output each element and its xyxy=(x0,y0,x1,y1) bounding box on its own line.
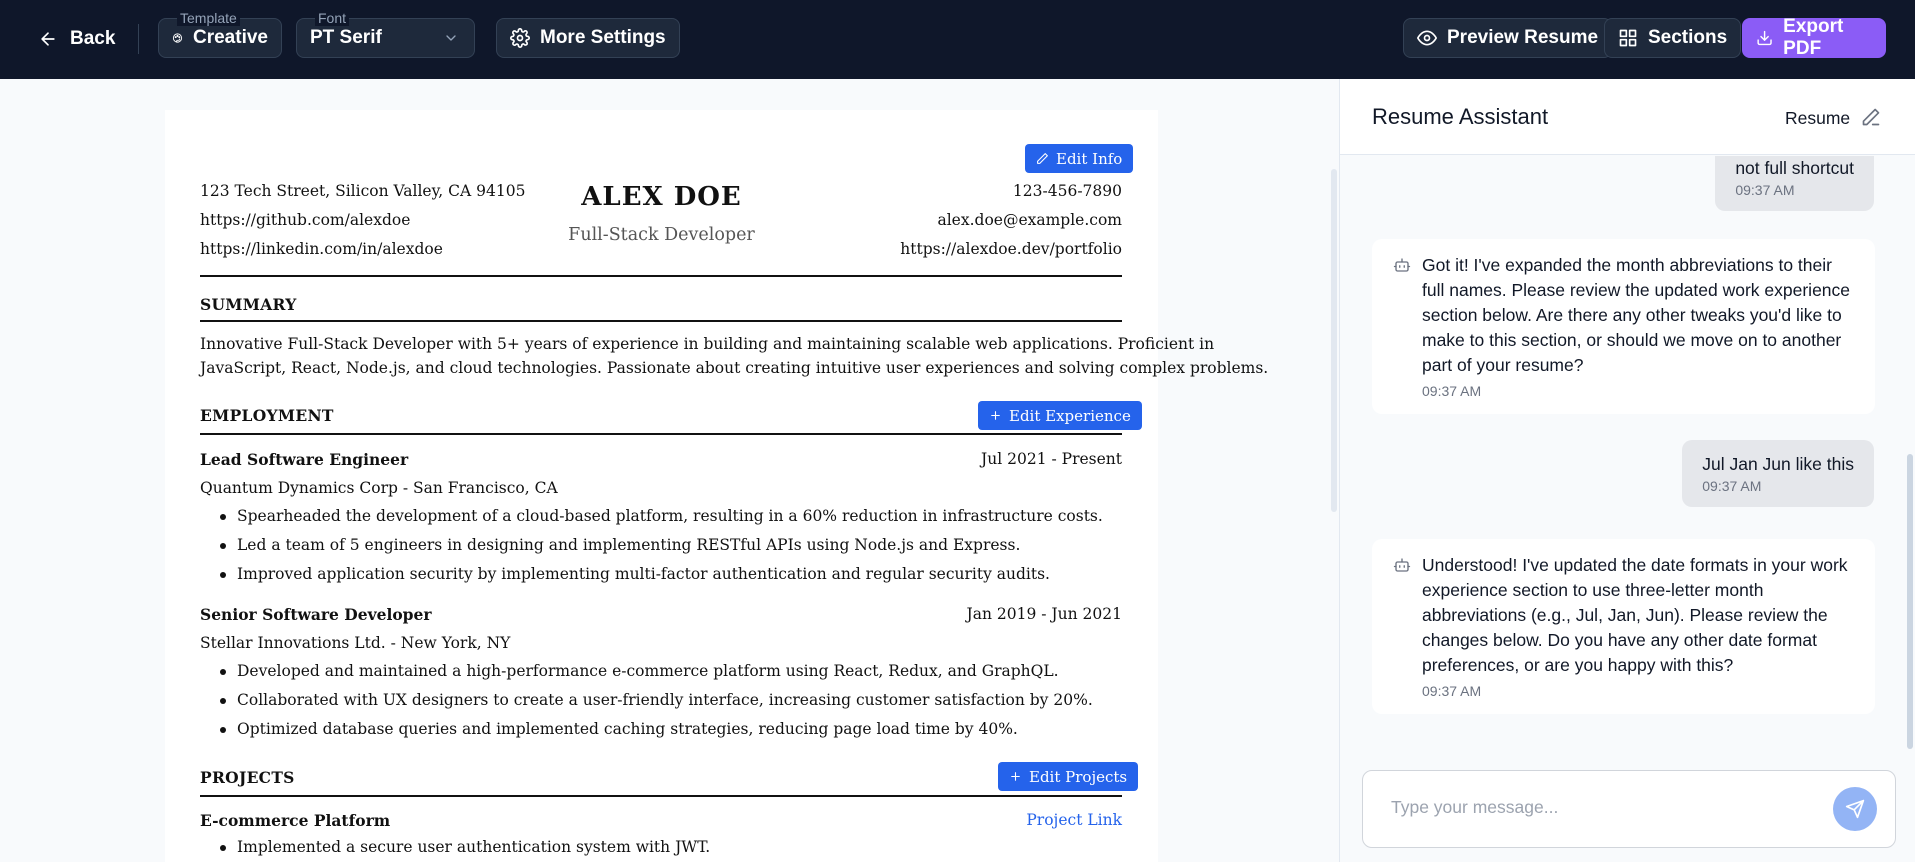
message-text: Jul Jan Jun like this xyxy=(1702,454,1854,474)
font-select[interactable]: Font PT Serif xyxy=(296,10,475,58)
projects-heading: PROJECTS xyxy=(200,768,295,787)
list-item: Optimized database queries and implement… xyxy=(220,715,1093,744)
resume-paper: Edit Info 123 Tech Street, Silicon Valle… xyxy=(165,110,1268,862)
summary-heading: SUMMARY xyxy=(200,295,297,314)
edit-info-button[interactable]: Edit Info xyxy=(1025,144,1134,173)
chat-messages: not full shortcut 09:37 AM Got it! I've … xyxy=(1340,156,1915,762)
export-label: Export PDF xyxy=(1783,16,1844,59)
more-settings-label: More Settings xyxy=(540,27,666,48)
back-button[interactable]: Back xyxy=(38,20,115,58)
user-message: not full shortcut 09:37 AM xyxy=(1715,156,1874,211)
font-value: PT Serif xyxy=(310,27,382,48)
bot-icon xyxy=(1393,258,1411,272)
assistant-header: Resume Assistant Resume xyxy=(1340,79,1915,155)
assistant-title: Resume Assistant xyxy=(1372,104,1549,129)
projects-rule xyxy=(200,795,1122,797)
project-bullets: Implemented a secure user authentication… xyxy=(219,833,710,862)
toolbar-divider xyxy=(138,24,139,54)
bot-message: Understood! I've updated the date format… xyxy=(1372,539,1875,714)
chat-input-box xyxy=(1362,770,1896,848)
export-pdf-button[interactable]: Export PDF xyxy=(1742,16,1886,59)
summary-line-1: Innovative Full-Stack Developer with 5+ … xyxy=(200,335,1215,353)
job-dates: Jan 2019 - Jun 2021 xyxy=(966,605,1122,623)
list-item: Led a team of 5 engineers in designing a… xyxy=(220,531,1103,560)
message-time: 09:37 AM xyxy=(1422,383,1482,399)
assistant-context-label: Resume xyxy=(1785,108,1851,128)
preview-resume-button[interactable]: Preview Resume xyxy=(1403,18,1613,58)
edit-projects-label: Edit Projects xyxy=(1029,767,1128,786)
download-icon xyxy=(1757,30,1772,46)
send-button[interactable] xyxy=(1833,787,1877,831)
user-message: Jul Jan Jun like this 09:37 AM xyxy=(1682,440,1874,507)
assistant-panel: Resume Assistant Resume not full shortcu… xyxy=(1339,79,1915,862)
contact-portfolio[interactable]: https://alexdoe.dev/portfolio xyxy=(900,240,1122,258)
bot-icon xyxy=(1393,558,1411,572)
edit-experience-label: Edit Experience xyxy=(1009,406,1131,425)
message-text: Understood! I've updated the date format… xyxy=(1422,555,1848,675)
edit-projects-button[interactable]: Edit Projects xyxy=(998,762,1139,791)
font-field-label: Font xyxy=(315,10,350,26)
message-text: not full shortcut xyxy=(1735,158,1854,178)
header-rule xyxy=(200,275,1122,277)
message-time: 09:37 AM xyxy=(1735,182,1795,198)
message-time: 09:37 AM xyxy=(1422,683,1482,699)
job-role: Senior Software Developer xyxy=(200,605,432,624)
employment-rule xyxy=(200,433,1122,435)
summary-rule xyxy=(200,320,1122,322)
project-link[interactable]: Project Link xyxy=(1026,811,1122,829)
employment-heading: EMPLOYMENT xyxy=(200,406,334,425)
back-label: Back xyxy=(70,28,116,49)
resume-scrollbar[interactable] xyxy=(1331,169,1337,512)
eye-icon xyxy=(1417,30,1437,46)
list-item: Improved application security by impleme… xyxy=(220,560,1103,589)
contact-email[interactable]: alex.doe@example.com xyxy=(937,211,1122,229)
sections-label: Sections xyxy=(1648,27,1728,48)
chat-scrollbar[interactable] xyxy=(1907,454,1913,749)
message-text: Got it! I've expanded the month abbrevia… xyxy=(1422,255,1851,375)
palette-icon xyxy=(172,33,183,43)
layout-grid-icon xyxy=(1619,29,1637,47)
plus-icon xyxy=(991,411,1000,420)
send-icon xyxy=(1845,799,1865,819)
contact-phone: 123-456-7890 xyxy=(1012,182,1122,200)
list-item: Spearheaded the development of a cloud-b… xyxy=(220,502,1103,531)
bot-message: Got it! I've expanded the month abbrevia… xyxy=(1372,239,1875,414)
job-company: Quantum Dynamics Corp - San Francisco, C… xyxy=(200,479,558,497)
message-input[interactable] xyxy=(1391,797,1811,818)
sections-button[interactable]: Sections xyxy=(1604,18,1742,58)
project-name: E-commerce Platform xyxy=(200,811,391,830)
gear-icon xyxy=(510,28,530,48)
pencil-icon[interactable] xyxy=(1861,107,1881,127)
job-bullets: Spearheaded the development of a cloud-b… xyxy=(220,502,1103,589)
plus-icon xyxy=(1011,772,1020,781)
list-item: Collaborated with UX designers to create… xyxy=(220,686,1093,715)
job-role: Lead Software Engineer xyxy=(200,450,409,469)
job-bullets: Developed and maintained a high-performa… xyxy=(220,657,1093,744)
template-select[interactable]: Template Creative xyxy=(158,10,282,58)
summary-line-2: JavaScript, React, Node.js, and cloud te… xyxy=(200,359,1269,377)
top-toolbar: Back Template Creative Font PT Serif Mor… xyxy=(0,0,1915,79)
preview-label: Preview Resume xyxy=(1447,27,1599,48)
job-dates: Jul 2021 - Present xyxy=(981,450,1122,468)
edit-experience-button[interactable]: Edit Experience xyxy=(978,401,1142,430)
template-value: Creative xyxy=(193,27,268,48)
template-field-label: Template xyxy=(177,10,240,26)
resume-name: ALEX DOE xyxy=(581,182,742,212)
list-item: Implemented a secure user authentication… xyxy=(219,833,710,862)
arrow-left-icon xyxy=(41,32,55,46)
message-time: 09:37 AM xyxy=(1702,478,1762,494)
more-settings-button[interactable]: More Settings xyxy=(496,18,680,58)
chevron-down-icon xyxy=(446,35,456,41)
pencil-icon xyxy=(1037,153,1048,164)
edit-info-label: Edit Info xyxy=(1056,149,1123,168)
list-item: Developed and maintained a high-performa… xyxy=(220,657,1093,686)
job-company: Stellar Innovations Ltd. - New York, NY xyxy=(200,634,511,652)
